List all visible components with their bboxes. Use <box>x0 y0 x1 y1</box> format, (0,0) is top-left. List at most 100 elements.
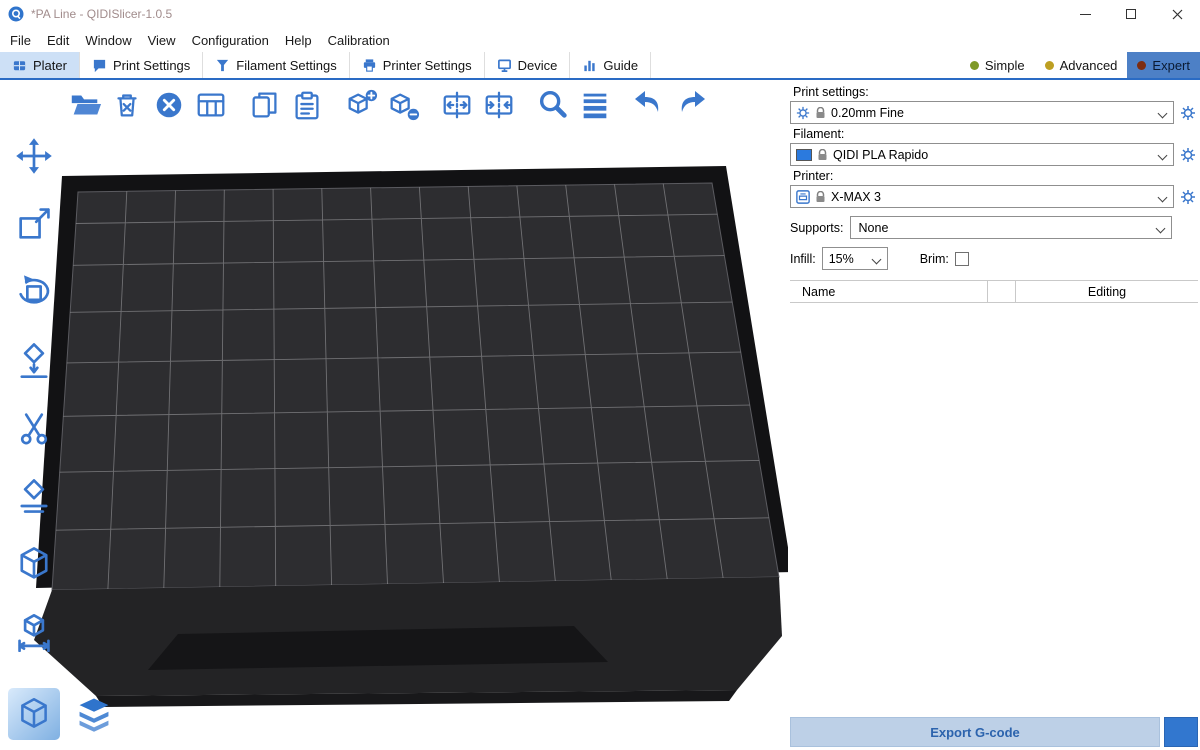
maximize-icon <box>1126 9 1136 19</box>
tab-guide[interactable]: Guide <box>570 52 651 78</box>
print-settings-select[interactable]: 0.20mm Fine <box>790 101 1174 124</box>
print-settings-label: Print settings: <box>793 85 1196 99</box>
arrange-button[interactable] <box>190 84 232 126</box>
filament-gear-button[interactable] <box>1178 144 1198 166</box>
object-list[interactable] <box>790 390 1198 712</box>
split-to-parts-button[interactable] <box>478 84 520 126</box>
tab-label: Device <box>518 58 558 73</box>
close-button[interactable] <box>1154 0 1200 28</box>
app-logo-icon <box>8 6 24 22</box>
menu-calibration[interactable]: Calibration <box>320 33 398 48</box>
place-on-face-tool-button[interactable] <box>8 334 60 386</box>
print-settings-gear-button[interactable] <box>1178 102 1198 124</box>
brim-checkbox[interactable] <box>955 252 969 266</box>
search-button[interactable] <box>532 84 574 126</box>
filament-select[interactable]: QIDI PLA Rapido <box>790 143 1174 166</box>
rotate-icon <box>14 272 54 312</box>
cut-tool-button[interactable] <box>8 402 60 454</box>
search-icon <box>536 88 570 122</box>
remove-instance-button[interactable] <box>382 84 424 126</box>
column-header-spacer[interactable] <box>988 281 1016 302</box>
brim-label: Brim: <box>920 252 949 266</box>
move-tool-button[interactable] <box>8 130 60 182</box>
3d-scene[interactable] <box>0 80 788 750</box>
qidislicer-window: *PA Line - QIDISlicer-1.0.5 File Edit Wi… <box>0 0 1200 750</box>
rotate-tool-button[interactable] <box>8 266 60 318</box>
minimize-button[interactable] <box>1062 0 1108 28</box>
menu-help[interactable]: Help <box>277 33 320 48</box>
mode-expert[interactable]: Expert <box>1127 52 1200 78</box>
add-instance-button[interactable] <box>340 84 382 126</box>
tab-plater[interactable]: Plater <box>0 52 80 78</box>
undo-button[interactable] <box>628 84 670 126</box>
paint-supports-tool-button[interactable] <box>8 470 60 522</box>
printer-small-icon <box>796 190 810 204</box>
mode-switcher: Simple Advanced Expert <box>960 52 1200 78</box>
menu-edit[interactable]: Edit <box>39 33 77 48</box>
tab-label: Filament Settings <box>236 58 336 73</box>
menu-view[interactable]: View <box>140 33 184 48</box>
printer-row: X-MAX 3 <box>790 185 1198 208</box>
printer-value: X-MAX 3 <box>831 190 881 204</box>
tab-filament-settings[interactable]: Filament Settings <box>203 52 349 78</box>
maximize-button[interactable] <box>1108 0 1154 28</box>
seam-cube-icon <box>14 544 54 584</box>
cut-scissors-icon <box>14 408 54 448</box>
supports-select[interactable]: None <box>850 216 1172 239</box>
supports-value: None <box>859 221 889 235</box>
printer-select[interactable]: X-MAX 3 <box>790 185 1174 208</box>
scale-icon <box>14 204 54 244</box>
mode-simple[interactable]: Simple <box>960 52 1035 78</box>
measure-tool-button[interactable] <box>8 606 60 658</box>
open-project-button[interactable] <box>64 84 106 126</box>
tab-label: Guide <box>603 58 638 73</box>
tab-print-settings[interactable]: Print Settings <box>80 52 203 78</box>
mode-advanced[interactable]: Advanced <box>1035 52 1128 78</box>
menu-file[interactable]: File <box>2 33 39 48</box>
tab-device[interactable]: Device <box>485 52 571 78</box>
supports-row: Supports: None <box>790 216 1198 239</box>
column-header-editing[interactable]: Editing <box>1016 281 1198 302</box>
editor-view-button[interactable] <box>8 688 60 740</box>
printer-gear-button[interactable] <box>1178 186 1198 208</box>
scale-tool-button[interactable] <box>8 198 60 250</box>
build-plate <box>52 183 779 590</box>
column-header-name[interactable]: Name <box>790 281 988 302</box>
infill-select[interactable]: 15% <box>822 247 888 270</box>
redo-icon <box>673 87 709 123</box>
menu-window[interactable]: Window <box>77 33 139 48</box>
preview-view-button[interactable] <box>68 688 120 740</box>
mode-label: Advanced <box>1060 58 1118 73</box>
export-gcode-button[interactable]: Export G-code <box>790 717 1160 747</box>
printer-label: Printer: <box>793 169 1196 183</box>
menu-configuration[interactable]: Configuration <box>184 33 277 48</box>
export-options-button[interactable] <box>1164 717 1198 747</box>
paste-button[interactable] <box>286 84 328 126</box>
filament-color-swatch <box>796 149 812 161</box>
view-switch <box>8 688 120 740</box>
copy-button[interactable] <box>244 84 286 126</box>
device-icon <box>497 58 512 73</box>
delete-button[interactable] <box>106 84 148 126</box>
redo-button[interactable] <box>670 84 712 126</box>
mode-label: Simple <box>985 58 1025 73</box>
variable-layer-height-button[interactable] <box>574 84 616 126</box>
seam-tool-button[interactable] <box>8 538 60 590</box>
infill-row: Infill: 15% Brim: <box>790 247 1198 270</box>
split-to-objects-button[interactable] <box>436 84 478 126</box>
lock-icon <box>815 107 826 119</box>
menubar: File Edit Window View Configuration Help… <box>0 28 1200 52</box>
filament-label: Filament: <box>793 127 1196 141</box>
supports-label: Supports: <box>790 221 844 235</box>
filament-row: QIDI PLA Rapido <box>790 143 1198 166</box>
layer-height-icon <box>578 88 612 122</box>
left-toolbar <box>6 130 62 658</box>
tab-printer-settings[interactable]: Printer Settings <box>350 52 485 78</box>
printer-icon <box>362 58 377 73</box>
filament-value: QIDI PLA Rapido <box>833 148 928 162</box>
measure-icon <box>14 612 54 652</box>
close-icon <box>1172 9 1183 20</box>
arrange-icon <box>194 88 228 122</box>
delete-all-button[interactable] <box>148 84 190 126</box>
print-settings-value: 0.20mm Fine <box>831 106 904 120</box>
